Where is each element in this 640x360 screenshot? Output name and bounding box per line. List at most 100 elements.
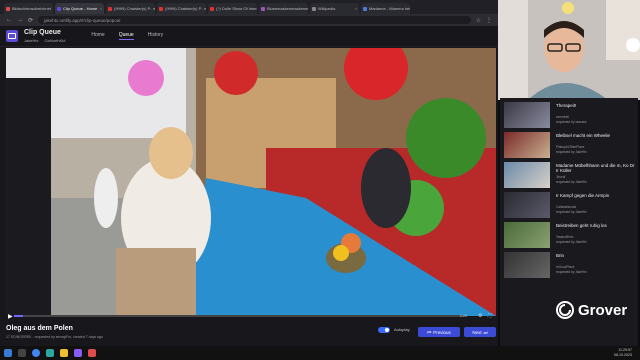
record-icon[interactable] <box>88 349 96 357</box>
nav-home[interactable]: Home <box>91 32 104 40</box>
previous-button[interactable]: ⏮ Previous <box>418 327 460 337</box>
time-display: 0:03 <box>460 314 467 318</box>
clip-item-title: Brin <box>556 253 565 258</box>
twitch-icon[interactable] <box>74 349 82 357</box>
autoplay-toggle[interactable] <box>378 327 390 333</box>
clip-item-requester: requested by JakeHtx <box>556 270 587 274</box>
clip-info: Oleg aus dem Polen 17 EDINGEREK - reques… <box>0 322 498 346</box>
autoplay-label: Autoplay <box>394 327 410 332</box>
tab-label: Bluesmaskenmaskenmask <box>267 6 308 11</box>
reload-icon[interactable]: ⟳ <box>28 17 33 24</box>
fullscreen-icon[interactable]: ⛶ <box>488 313 492 319</box>
tab-favicon-icon <box>210 6 214 11</box>
tab-bar: Bildschirmaufzeichnet×Clip Queue - Home×… <box>0 0 498 14</box>
clip-meta: 17 EDINGEREK - requested by senegiFrs, c… <box>6 335 103 339</box>
next-icon: ⏭ <box>483 329 488 335</box>
app-title: Clip Queue <box>24 29 61 36</box>
clip-item-title: Therapeit! <box>556 103 577 108</box>
clip-thumbnail <box>504 102 550 128</box>
clock: 11:29:57 08.10.2023 <box>614 348 632 357</box>
taskbar: 11:29:57 08.10.2023 <box>0 346 640 360</box>
webcam-overlay <box>498 0 640 100</box>
app-icon[interactable] <box>46 349 54 357</box>
clip-thumbnail <box>504 192 550 218</box>
search-icon[interactable] <box>18 349 26 357</box>
app-nav: Home Queue History <box>91 32 163 40</box>
webcam-frame <box>498 0 640 100</box>
start-icon[interactable] <box>4 349 12 357</box>
grover-watermark: Grover <box>556 296 636 324</box>
browser-tab[interactable]: (?) Dolle Show Of Interest!× <box>208 3 257 14</box>
video-frame <box>6 48 496 316</box>
clip-item-requester: requested by JakeHtx <box>556 210 587 214</box>
user-link[interactable]: JakeHtx <box>24 38 38 43</box>
clip-item-channel: PitstopInOtherPlace <box>556 145 585 149</box>
next-button[interactable]: Next ⏭ <box>464 327 496 337</box>
back-icon[interactable]: ← <box>6 17 12 23</box>
play-icon[interactable]: ▶ <box>8 313 13 320</box>
settings-icon[interactable]: ⚙ <box>478 313 482 319</box>
tab-favicon-icon <box>159 6 163 11</box>
tab-close-icon[interactable]: × <box>100 6 102 11</box>
clip-thumbnail <box>504 222 550 248</box>
nav-history[interactable]: History <box>148 32 164 40</box>
clip-thumbnail <box>504 132 550 158</box>
video-player[interactable] <box>6 48 496 316</box>
browser-tab[interactable]: (9999) Chatster(s) P.. memes× <box>106 3 155 14</box>
tab-label: Bildschirmaufzeichnet <box>12 6 51 11</box>
clip-item-requester: requested by JakeHtx <box>556 240 587 244</box>
clip-item-channel: zeendriel <box>556 115 569 119</box>
grover-logo-icon <box>556 301 574 319</box>
browser-tab[interactable]: Bildschirmaufzeichnet× <box>4 3 53 14</box>
clip-item-title: Ir Kampf gegen die Armpin <box>556 193 610 198</box>
video-controls: ▶ 0:03 ⚙ ⛶ <box>6 311 496 321</box>
clip-item-title: Beistreiben geht ruhig los <box>556 223 607 228</box>
clip-item-title: Bleibsel macht ein Wheelie <box>556 133 611 138</box>
clip-item-channel: InGoodPlace <box>556 265 575 269</box>
address-bar: ← → ⟳ jakehtx.netlify.app/#/clip-queue/p… <box>0 14 498 26</box>
clip-item-requester: requested by sssssss <box>556 120 587 124</box>
url-field[interactable]: jakehtx.netlify.app/#/clip-queue/popout <box>38 16 471 24</box>
clip-list-item[interactable]: Ir Kampf gegen die Armpin Calisbahkunst re… <box>504 192 636 220</box>
browser-tab[interactable]: Wikipedia × <box>310 3 359 14</box>
clip-item-channel: TasshoBhim <box>556 235 574 239</box>
chat-link[interactable]: GoNorthKid <box>44 38 65 43</box>
clip-item-requester: requested by JakeHtx <box>556 180 587 184</box>
app-logo-icon <box>6 30 18 42</box>
tab-label: (9999) Chatster(s) P.. memes <box>114 6 155 11</box>
tab-label: Marianne - Mamma hell and Tuffi <box>369 6 410 11</box>
previous-label: Previous <box>433 329 451 335</box>
star-icon[interactable]: ☆ <box>476 17 481 24</box>
browser-tab[interactable]: Marianne - Mamma hell and Tuffi× <box>361 3 410 14</box>
folder-icon[interactable] <box>60 349 68 357</box>
clip-item-requester: requested by JakeHtx <box>556 150 587 154</box>
clip-item-channel: Calisbahkunst <box>556 205 577 209</box>
grover-text: Grover <box>578 301 628 319</box>
clip-item-title: Madame Möbelhhann und die m, Ko Dr Ir Kü… <box>556 163 635 173</box>
clip-list-item[interactable]: Madame Möbelhhann und die m, Ko Dr Ir Kü… <box>504 162 636 190</box>
browser-tab[interactable]: Clip Queue - Home × <box>55 3 104 14</box>
browser-tab[interactable]: (9999) Chatster(s) P.. memes× <box>157 3 206 14</box>
clip-title: Oleg aus dem Polen <box>6 325 73 332</box>
next-label: Next <box>472 329 482 335</box>
tab-favicon-icon <box>363 6 367 11</box>
clip-item-channel: Jinzrdi <box>556 175 566 179</box>
clip-list-item[interactable]: Therapeit! zeendriel requested by sssssss <box>504 102 636 130</box>
tab-label: Wikipedia <box>318 6 336 11</box>
tab-favicon-icon <box>312 6 316 11</box>
forward-icon[interactable]: → <box>17 17 23 23</box>
clock-date: 08.10.2023 <box>614 352 632 357</box>
chrome-icon[interactable] <box>32 349 40 357</box>
app-header: Clip Queue JakeHtx GoNorthKid Home Queue… <box>0 26 498 47</box>
tab-favicon-icon <box>57 6 61 11</box>
nav-queue[interactable]: Queue <box>118 32 134 40</box>
tab-label: (9999) Chatster(s) P.. memes <box>165 6 206 11</box>
tab-close-icon[interactable]: × <box>355 6 357 11</box>
previous-icon: ⏮ <box>427 329 432 335</box>
clip-list-item[interactable]: Bleibsel macht ein Wheelie PitstopInOther… <box>504 132 636 160</box>
clip-list-item[interactable]: Beistreiben geht ruhig los TasshoBhim requ… <box>504 222 636 250</box>
browser-tab[interactable]: Bluesmaskenmaskenmask× <box>259 3 308 14</box>
menu-icon[interactable]: ⋮ <box>486 17 492 24</box>
clip-thumbnail <box>504 162 550 188</box>
clip-list-item[interactable]: Brin InGoodPlace requested by JakeHtx <box>504 252 636 280</box>
